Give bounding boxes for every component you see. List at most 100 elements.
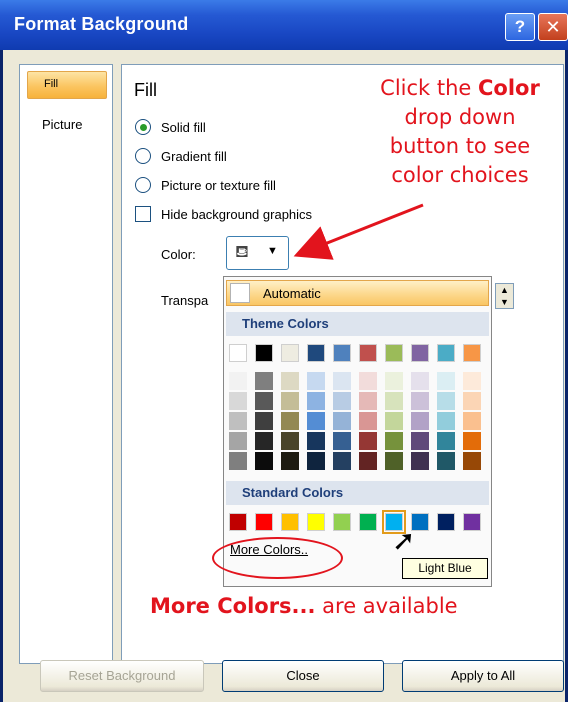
theme-shade-swatch[interactable] — [281, 432, 299, 450]
theme-shade-swatch[interactable] — [385, 432, 403, 450]
theme-color-swatch[interactable] — [385, 344, 403, 362]
standard-color-swatch[interactable] — [229, 513, 247, 531]
theme-shade-swatch[interactable] — [229, 432, 247, 450]
standard-color-swatch[interactable] — [463, 513, 481, 531]
apply-to-all-button[interactable]: Apply to All — [402, 660, 564, 692]
theme-shade-swatch[interactable] — [333, 432, 351, 450]
theme-color-swatch[interactable] — [333, 344, 351, 362]
standard-color-swatch[interactable] — [359, 513, 377, 531]
theme-shade-swatch[interactable] — [463, 392, 481, 410]
automatic-label: Automatic — [263, 286, 321, 301]
theme-shade-swatch[interactable] — [255, 412, 273, 430]
theme-shade-swatch[interactable] — [281, 392, 299, 410]
theme-shade-swatch[interactable] — [437, 392, 455, 410]
theme-color-swatch[interactable] — [437, 344, 455, 362]
theme-shade-swatch[interactable] — [463, 432, 481, 450]
theme-shade-swatch[interactable] — [307, 432, 325, 450]
help-button[interactable]: ? — [505, 13, 535, 41]
gradient-fill-label[interactable]: Gradient fill — [161, 149, 227, 164]
theme-shade-swatch[interactable] — [385, 372, 403, 390]
theme-shade-swatch[interactable] — [307, 452, 325, 470]
window-title: Format Background — [14, 14, 189, 34]
theme-shade-swatch[interactable] — [437, 372, 455, 390]
annotation-bottom-rest: are available — [315, 594, 458, 618]
theme-shade-swatch[interactable] — [437, 412, 455, 430]
theme-shade-swatch[interactable] — [333, 452, 351, 470]
theme-color-swatch[interactable] — [359, 344, 377, 362]
theme-color-swatch[interactable] — [307, 344, 325, 362]
theme-shade-swatch[interactable] — [463, 452, 481, 470]
standard-color-swatch[interactable] — [333, 513, 351, 531]
category-fill[interactable]: Fill — [27, 71, 107, 99]
close-button[interactable]: Close — [222, 660, 384, 692]
theme-color-swatch[interactable] — [463, 344, 481, 362]
radio-selected-dot — [140, 124, 147, 131]
theme-color-swatch[interactable] — [255, 344, 273, 362]
theme-shade-swatch[interactable] — [229, 412, 247, 430]
theme-shade-swatch[interactable] — [281, 452, 299, 470]
theme-shade-swatch[interactable] — [437, 452, 455, 470]
theme-shade-swatch[interactable] — [411, 412, 429, 430]
hide-background-graphics-checkbox[interactable] — [135, 206, 151, 222]
theme-shade-swatch[interactable] — [333, 392, 351, 410]
standard-color-swatch[interactable] — [307, 513, 325, 531]
theme-shade-swatch[interactable] — [255, 432, 273, 450]
automatic-swatch — [230, 283, 250, 303]
standard-color-swatch[interactable] — [281, 513, 299, 531]
theme-shade-swatch[interactable] — [229, 392, 247, 410]
theme-shade-swatch[interactable] — [385, 452, 403, 470]
solid-fill-label[interactable]: Solid fill — [161, 120, 206, 135]
theme-color-swatch[interactable] — [229, 344, 247, 362]
theme-shade-swatch[interactable] — [411, 392, 429, 410]
standard-color-swatch[interactable] — [437, 513, 455, 531]
solid-fill-radio[interactable] — [135, 119, 151, 135]
theme-shade-swatch[interactable] — [307, 372, 325, 390]
standard-color-swatch[interactable] — [255, 513, 273, 531]
fill-heading: Fill — [134, 80, 157, 100]
theme-shade-swatch[interactable] — [385, 392, 403, 410]
theme-shade-swatch[interactable] — [359, 412, 377, 430]
theme-shade-swatch[interactable] — [385, 412, 403, 430]
theme-shade-swatch[interactable] — [411, 452, 429, 470]
annotation-line: drop down — [404, 105, 516, 129]
category-picture[interactable]: Picture — [42, 117, 82, 132]
transparency-spinner[interactable]: ▲ ▼ — [495, 283, 514, 309]
theme-shade-swatch[interactable] — [281, 412, 299, 430]
theme-shade-swatch[interactable] — [333, 412, 351, 430]
automatic-color-option[interactable]: Automatic — [226, 280, 489, 306]
transparency-label: Transpa — [161, 293, 209, 308]
theme-shade-swatch[interactable] — [463, 372, 481, 390]
theme-shade-swatch[interactable] — [229, 372, 247, 390]
theme-shade-swatch[interactable] — [359, 452, 377, 470]
category-list: Fill Picture — [19, 64, 113, 664]
color-dropdown-button[interactable]: ⛾ ▼ — [226, 236, 289, 270]
reset-background-button[interactable]: Reset Background — [40, 660, 204, 692]
theme-color-swatch[interactable] — [411, 344, 429, 362]
theme-shade-swatch[interactable] — [411, 372, 429, 390]
theme-shade-swatch[interactable] — [307, 412, 325, 430]
theme-shade-swatch[interactable] — [229, 452, 247, 470]
picture-texture-fill-label[interactable]: Picture or texture fill — [161, 178, 276, 193]
theme-shade-swatch[interactable] — [255, 452, 273, 470]
theme-shade-swatch[interactable] — [437, 432, 455, 450]
paint-bucket-icon: ⛾ — [235, 242, 249, 261]
theme-shade-swatch[interactable] — [359, 372, 377, 390]
annotation-top: Click the Color drop down button to see … — [356, 74, 564, 190]
theme-shade-swatch[interactable] — [281, 372, 299, 390]
theme-shade-swatch[interactable] — [359, 392, 377, 410]
theme-shade-swatch[interactable] — [307, 392, 325, 410]
chevron-down-icon: ▼ — [267, 245, 278, 257]
close-window-button[interactable]: ✕ — [538, 13, 568, 41]
hide-background-graphics-label[interactable]: Hide background graphics — [161, 207, 312, 222]
picture-texture-fill-radio[interactable] — [135, 177, 151, 193]
category-fill-label: Fill — [44, 78, 59, 90]
theme-color-swatch[interactable] — [281, 344, 299, 362]
theme-shade-swatch[interactable] — [463, 412, 481, 430]
annotation-line: Click the Color — [380, 76, 540, 100]
theme-shade-swatch[interactable] — [255, 372, 273, 390]
theme-shade-swatch[interactable] — [359, 432, 377, 450]
gradient-fill-radio[interactable] — [135, 148, 151, 164]
theme-shade-swatch[interactable] — [411, 432, 429, 450]
theme-shade-swatch[interactable] — [333, 372, 351, 390]
theme-shade-swatch[interactable] — [255, 392, 273, 410]
